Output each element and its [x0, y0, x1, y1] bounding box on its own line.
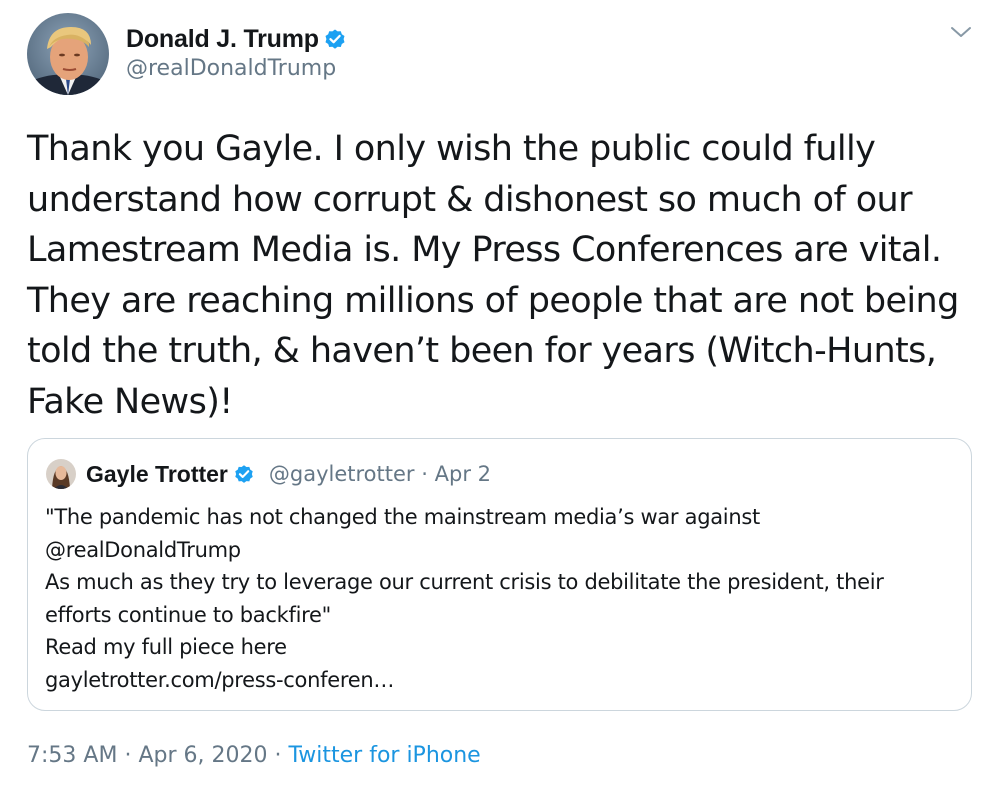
- chevron-down-icon[interactable]: [949, 22, 973, 42]
- quote-text-line: "The pandemic has not changed the mainst…: [45, 505, 760, 529]
- footer-separator: ·: [124, 742, 132, 768]
- quote-header: Gayle Trotter @gayletrotter · Apr 2: [86, 457, 491, 491]
- quote-text-line: @realDonaldTrump: [45, 537, 241, 562]
- tweet-text-line: told the truth, & haven’t been for years…: [27, 331, 937, 371]
- verified-badge-icon: [323, 27, 347, 51]
- quote-separator: ·: [421, 462, 428, 486]
- quote-text-line: As much as they try to leverage our curr…: [45, 570, 884, 594]
- quote-text-line: Read my full piece here: [45, 635, 287, 659]
- tweet: Donald J. Trump @realDonaldTrump Thank y…: [0, 0, 996, 793]
- tweet-text-line: They are reaching millions of people tha…: [27, 280, 959, 321]
- quote-date: Apr 2: [434, 462, 491, 486]
- quote-text-line: efforts continue to backfire": [45, 602, 331, 627]
- quote-author-name: Gayle Trotter: [86, 460, 228, 487]
- quote-author-handle: @gayletrotter: [268, 462, 415, 486]
- tweet-footer: 7:53 AM · Apr 6, 2020 · Twitter for iPho…: [27, 738, 481, 772]
- tweet-text-line: Fake News)!: [27, 381, 233, 422]
- quoted-tweet-card[interactable]: Gayle Trotter @gayletrotter · Apr 2 "The…: [27, 438, 972, 711]
- tweet-text-line: understand how corrupt & dishonest so mu…: [27, 179, 912, 220]
- verified-badge-icon: [233, 463, 255, 485]
- tweet-time[interactable]: 7:53 AM: [27, 743, 117, 768]
- quote-link: gayletrotter.com/press-conferen…: [45, 667, 395, 692]
- quote-text: "The pandemic has not changed the mainst…: [45, 501, 955, 696]
- footer-separator: ·: [274, 742, 282, 768]
- tweet-text-line: Thank you Gayle. I only wish the public …: [27, 129, 876, 169]
- author-avatar[interactable]: [27, 13, 109, 95]
- tweet-source-link[interactable]: Twitter for iPhone: [288, 743, 480, 768]
- quote-author-avatar[interactable]: [46, 459, 76, 489]
- tweet-text: Thank you Gayle. I only wish the public …: [27, 124, 977, 427]
- author-handle[interactable]: @realDonaldTrump: [126, 56, 336, 81]
- tweet-date[interactable]: Apr 6, 2020: [138, 743, 267, 768]
- quote-meta: @gayletrotter · Apr 2: [269, 462, 491, 486]
- author-name-row: Donald J. Trump: [126, 24, 347, 54]
- tweet-text-line: Lamestream Media is. My Press Conference…: [27, 230, 942, 270]
- author-name[interactable]: Donald J. Trump: [126, 25, 319, 54]
